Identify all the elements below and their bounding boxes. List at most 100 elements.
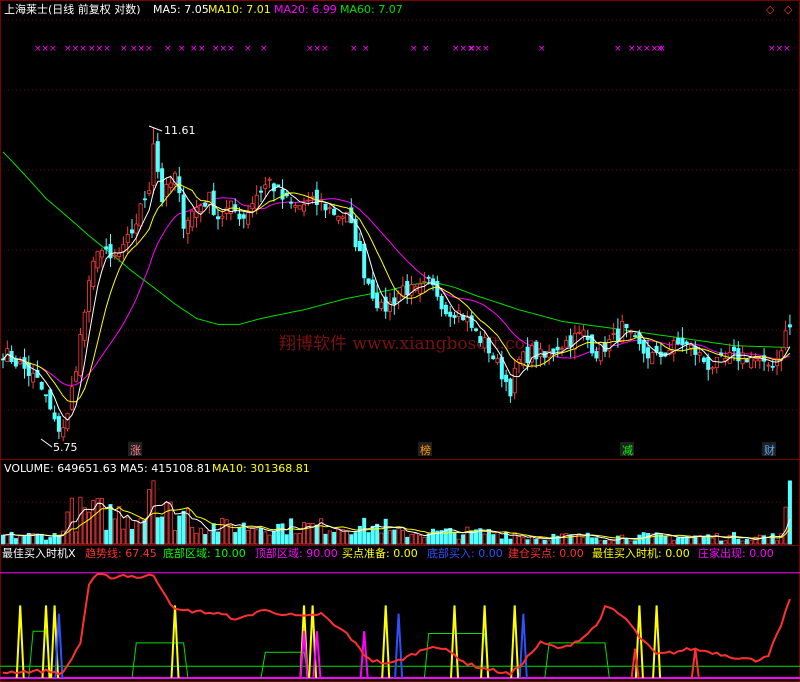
top-mark: ××× <box>88 44 111 54</box>
candle-body <box>18 360 23 365</box>
candle-body <box>82 311 87 341</box>
candle-body <box>676 338 681 345</box>
candle-body <box>448 311 453 317</box>
candle-body <box>405 280 410 296</box>
volume-bar <box>770 533 775 545</box>
candle-body <box>39 381 44 390</box>
volume-bar <box>263 531 268 545</box>
volume-bar <box>508 538 513 545</box>
volume-bar <box>215 531 220 545</box>
candle-body <box>323 203 328 211</box>
volume-bar <box>534 539 539 545</box>
candle-body <box>594 351 599 359</box>
volume-bar <box>461 534 466 545</box>
candle-body <box>147 190 152 195</box>
candle-body <box>142 198 147 201</box>
candle-body <box>203 202 208 207</box>
volume-bar <box>246 529 251 545</box>
event-tag[interactable]: 涨 <box>130 444 141 457</box>
volume-bar <box>44 539 49 545</box>
candle-body <box>744 359 749 363</box>
candle-body <box>13 358 18 367</box>
corner-icon-1[interactable]: ◇ <box>784 3 793 16</box>
candle-body <box>551 348 556 354</box>
volume-bar <box>775 540 780 545</box>
candle-body <box>74 371 79 382</box>
volume-bar <box>680 536 685 545</box>
candle-body <box>271 183 276 192</box>
candle-body <box>254 194 259 210</box>
candle-body <box>392 297 397 305</box>
candle-body <box>732 346 737 352</box>
volume-bar <box>108 504 113 545</box>
event-tag[interactable]: 财 <box>764 443 775 457</box>
candle-body <box>555 346 560 351</box>
volume-bar <box>654 532 659 545</box>
candle-body <box>289 201 294 204</box>
event-tag[interactable]: 减 <box>622 444 633 457</box>
corner-icon-0[interactable]: ◇ <box>766 3 775 16</box>
candle-body <box>78 334 83 376</box>
volume-bar <box>581 537 586 545</box>
volume-bar <box>413 533 418 545</box>
candle-body <box>375 293 380 309</box>
candle-body <box>680 337 685 346</box>
volume-bar <box>142 520 147 545</box>
candle-body <box>61 427 66 438</box>
indicator-label: 庄家出现: 0.00 <box>698 546 774 560</box>
volume-labels: VOLUME: 649651.63 MA5: 415108.81 MA10: 301… <box>4 462 310 475</box>
top-mark: ××× <box>130 44 153 54</box>
volume-bar <box>344 531 349 545</box>
volume-bar <box>392 529 397 545</box>
volume-bar <box>787 480 792 545</box>
volume-bar <box>383 518 388 545</box>
volume-bar <box>297 532 302 545</box>
candle-body <box>258 190 263 193</box>
indicator-label: 底部区域: 10.00 <box>163 546 246 560</box>
candle-body <box>379 301 384 309</box>
volume-bar <box>757 534 762 545</box>
volume-bar <box>22 535 27 545</box>
candle-body <box>336 215 341 221</box>
volume-bar <box>430 528 435 545</box>
volume-bar <box>499 538 504 545</box>
top-mark: × <box>410 44 418 54</box>
top-mark: × <box>120 44 128 54</box>
candle-body <box>770 365 775 368</box>
candle-body <box>301 204 306 212</box>
candle-body <box>508 378 513 397</box>
volume-bar <box>719 540 724 545</box>
indicator-label: 趋势线: 67.45 <box>85 546 157 560</box>
volume-bar <box>671 540 676 545</box>
volume-bar <box>190 526 195 545</box>
volume-bar <box>452 531 457 545</box>
candle-body <box>306 199 311 202</box>
volume-label: MA5: 415108.81 <box>120 462 211 475</box>
candle-body <box>198 205 203 213</box>
candle-body <box>52 412 57 420</box>
candle-body <box>418 283 423 294</box>
volume-bar <box>220 517 225 545</box>
volume-bar <box>736 538 741 545</box>
top-mark: × <box>482 44 490 54</box>
candle-body <box>69 386 74 410</box>
candle-body <box>465 317 470 323</box>
candle-body <box>181 194 186 229</box>
volume-bar <box>172 530 177 545</box>
volume-bar <box>289 518 294 545</box>
candle-body <box>525 346 530 363</box>
volume-bar <box>762 535 767 545</box>
candle-body <box>443 304 448 315</box>
volume-bar <box>168 501 173 545</box>
candle-body <box>155 141 160 172</box>
volume-bar <box>293 533 298 545</box>
candle-body <box>297 205 302 210</box>
candle-body <box>267 178 272 181</box>
indicator-labels: 最佳买入时机X 趋势线: 67.45 底部区域: 10.00 顶部区域: 90.00 买… <box>2 546 774 560</box>
volume-bar <box>160 516 165 545</box>
stock-chart[interactable]: 上海莱士(日线 前复权 对数) MA5: 7.05 MA10: 7.01 MA20:… <box>0 0 800 682</box>
volume-bar <box>646 532 651 545</box>
top-mark: × <box>164 44 172 54</box>
candle-body <box>129 229 134 234</box>
event-tag[interactable]: 榜 <box>420 443 431 457</box>
